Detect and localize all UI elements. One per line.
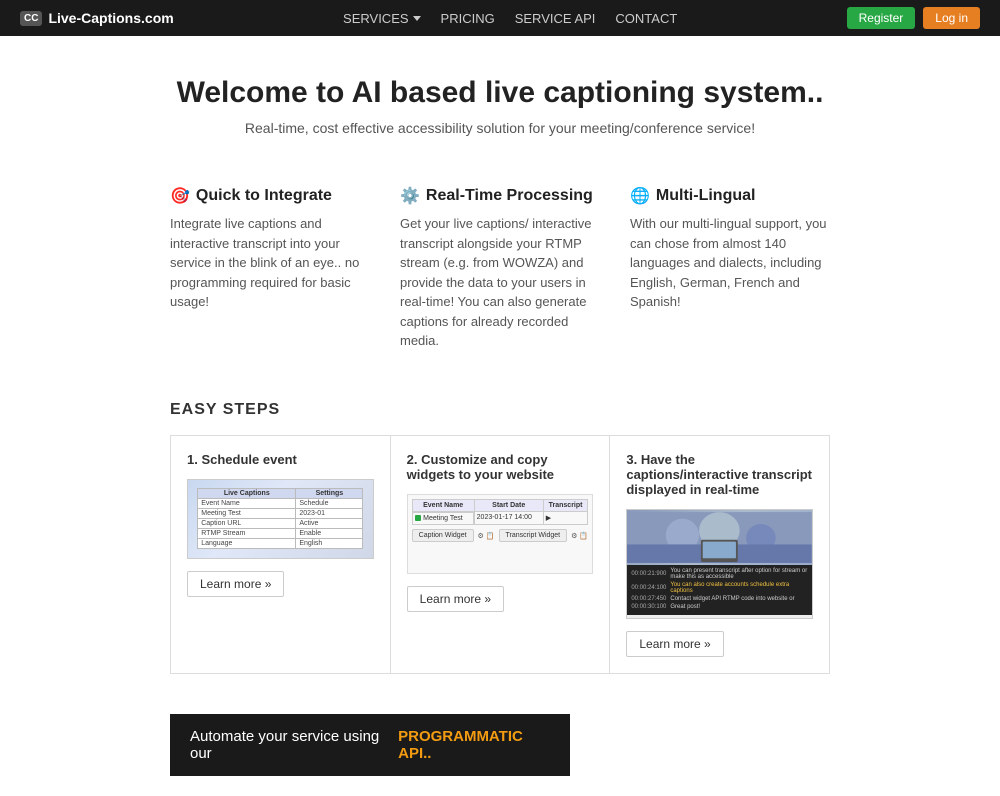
step2-widget-buttons: Caption Widget ⚙ 📋 Transcript Widget ⚙ 📋 bbox=[412, 529, 589, 542]
nav-contact[interactable]: CONTACT bbox=[615, 11, 677, 26]
step-2-title: 2. Customize and copy widgets to your we… bbox=[407, 452, 594, 482]
step3-photo bbox=[627, 510, 812, 565]
nav-buttons: Register Log in bbox=[847, 7, 980, 29]
conference-photo-svg bbox=[627, 510, 812, 565]
feature-multilingual-desc: With our multi-lingual support, you can … bbox=[630, 214, 830, 312]
api-banner: Automate your service using our PROGRAMM… bbox=[170, 714, 570, 776]
feature-integrate-desc: Integrate live captions and interactive … bbox=[170, 214, 370, 312]
login-button[interactable]: Log in bbox=[923, 7, 980, 29]
caption-row-3: 00:00:27:450 Contact widget API RTMP cod… bbox=[631, 596, 808, 602]
feature-integrate-title: 🎯 Quick to Integrate bbox=[170, 186, 370, 206]
nav-pricing[interactable]: PRICING bbox=[441, 11, 495, 26]
hero-section: Welcome to AI based live captioning syst… bbox=[0, 36, 1000, 156]
navbar: CC Live-Captions.com SERVICES PRICING SE… bbox=[0, 0, 1000, 36]
feature-realtime: ⚙️ Real-Time Processing Get your live ca… bbox=[400, 186, 600, 351]
step-2-learn-more[interactable]: Learn more » bbox=[407, 586, 504, 612]
steps-row: 1. Schedule event Live CaptionsSettings … bbox=[170, 435, 830, 674]
easy-steps-title: EASY STEPS bbox=[170, 401, 830, 419]
brand: CC Live-Captions.com bbox=[20, 10, 174, 26]
nav-service-api[interactable]: SERVICE API bbox=[515, 11, 596, 26]
feature-realtime-title: ⚙️ Real-Time Processing bbox=[400, 186, 600, 206]
step-3: 3. Have the captions/interactive transcr… bbox=[610, 436, 829, 673]
step1-mock-table: Live CaptionsSettings Event NameSchedule… bbox=[197, 488, 363, 549]
caption-row-1: 00:00:21:900 You can present transcript … bbox=[631, 568, 808, 580]
step-1-image: Live CaptionsSettings Event NameSchedule… bbox=[187, 479, 374, 559]
api-banner-highlight: PROGRAMMATIC API.. bbox=[398, 728, 550, 762]
step-2: 2. Customize and copy widgets to your we… bbox=[391, 436, 611, 673]
easy-steps-section: EASY STEPS 1. Schedule event Live Captio… bbox=[0, 381, 1000, 694]
register-button[interactable]: Register bbox=[847, 7, 916, 29]
step-3-title: 3. Have the captions/interactive transcr… bbox=[626, 452, 813, 497]
step-1-learn-more[interactable]: Learn more » bbox=[187, 571, 284, 597]
nav-services[interactable]: SERVICES bbox=[343, 11, 421, 26]
feature-realtime-desc: Get your live captions/ interactive tran… bbox=[400, 214, 600, 351]
hero-title: Welcome to AI based live captioning syst… bbox=[170, 76, 830, 110]
step-3-image: 00:00:21:900 You can present transcript … bbox=[626, 509, 813, 619]
step-1: 1. Schedule event Live CaptionsSettings … bbox=[171, 436, 391, 673]
feature-multilingual-title: 🌐 Multi-Lingual bbox=[630, 186, 830, 206]
caption-row-2: 00:00:24:100 You can also create account… bbox=[631, 582, 808, 594]
realtime-icon: ⚙️ bbox=[400, 186, 420, 206]
caption-row-4: 00:00:30:100 Great post! bbox=[631, 604, 808, 610]
chevron-down-icon bbox=[413, 16, 421, 21]
step-2-image: Event Name Start Date Transcript Meeting… bbox=[407, 494, 594, 574]
integrate-icon: 🎯 bbox=[170, 186, 190, 206]
hero-subtitle: Real-time, cost effective accessibility … bbox=[170, 120, 830, 136]
brand-name: Live-Captions.com bbox=[48, 10, 173, 26]
step3-captions: 00:00:21:900 You can present transcript … bbox=[627, 565, 812, 615]
feature-multilingual: 🌐 Multi-Lingual With our multi-lingual s… bbox=[630, 186, 830, 351]
cc-logo-icon: CC bbox=[20, 11, 42, 26]
api-banner-text: Automate your service using our bbox=[190, 728, 392, 762]
multilingual-icon: 🌐 bbox=[630, 186, 650, 206]
status-dot bbox=[415, 515, 421, 521]
feature-integrate: 🎯 Quick to Integrate Integrate live capt… bbox=[170, 186, 370, 351]
nav-links: SERVICES PRICING SERVICE API CONTACT bbox=[343, 11, 677, 26]
step-1-title: 1. Schedule event bbox=[187, 452, 374, 467]
step2-mock-table: Event Name Start Date Transcript Meeting… bbox=[412, 499, 589, 526]
features-section: 🎯 Quick to Integrate Integrate live capt… bbox=[0, 166, 1000, 371]
step-3-learn-more[interactable]: Learn more » bbox=[626, 631, 723, 657]
